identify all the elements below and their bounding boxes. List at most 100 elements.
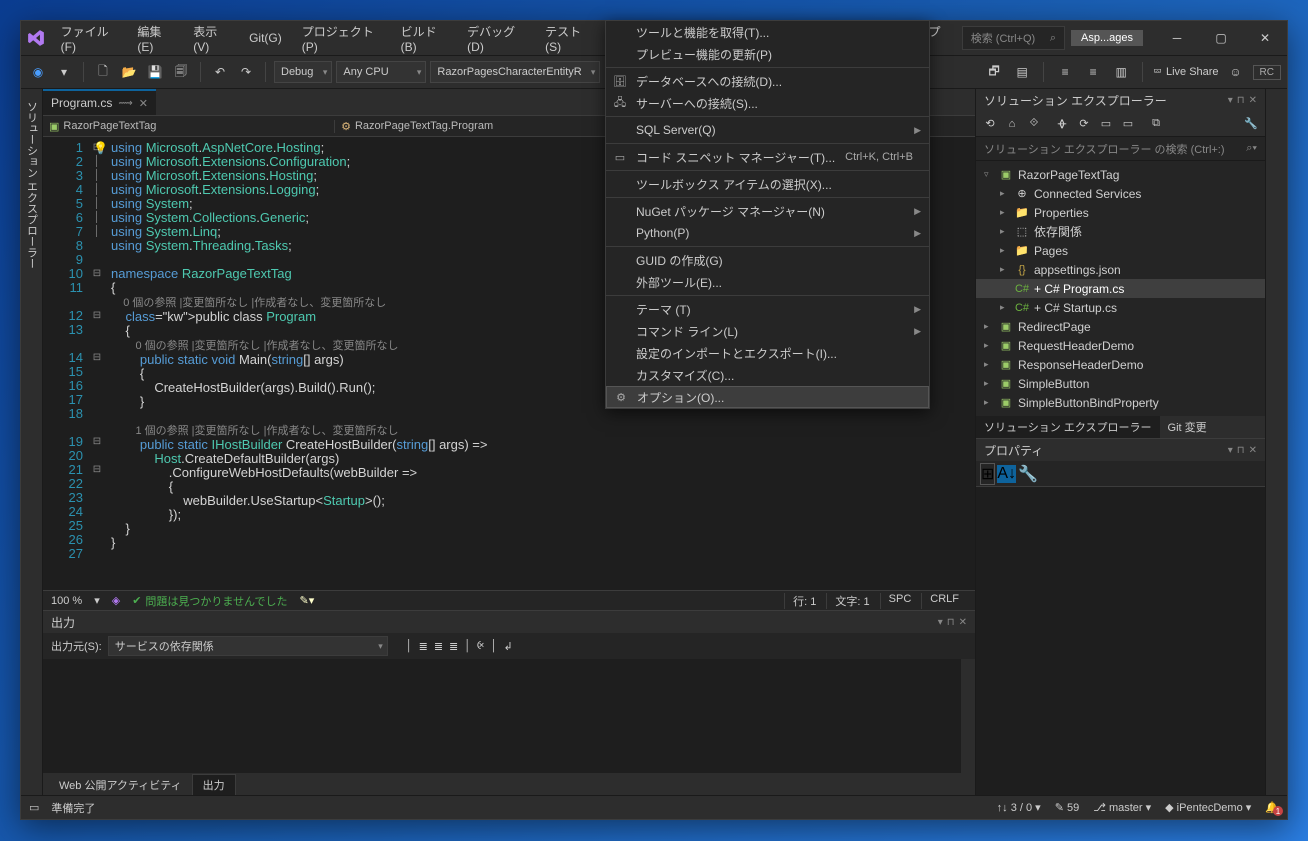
close-icon[interactable]: ✕ xyxy=(1249,445,1257,456)
output-tb-icon[interactable]: ≣ xyxy=(449,640,458,653)
nav-type[interactable]: ⚙RazorPageTextTag.Program xyxy=(335,120,627,133)
tb-icon[interactable]: ⌂ xyxy=(1002,114,1022,134)
git-branch[interactable]: ⎇ master ▾ xyxy=(1093,801,1151,814)
category-icon[interactable]: ⊞ xyxy=(980,463,995,485)
properties-body[interactable] xyxy=(976,487,1265,795)
menu-item[interactable]: NuGet パッケージ マネージャー(N)▶ xyxy=(606,200,929,222)
menu-item[interactable]: GUID の作成(G) xyxy=(606,249,929,271)
tree-row[interactable]: ▸▣SimpleButton xyxy=(976,374,1265,393)
panel-tab[interactable]: Git 変更 xyxy=(1160,416,1215,438)
menu-item[interactable]: 🖧サーバーへの接続(S)... xyxy=(606,92,929,114)
redo-button[interactable]: ↷ xyxy=(235,61,257,83)
tb-icon[interactable]: ⟐ xyxy=(1024,114,1044,134)
close-icon[interactable]: ✕ xyxy=(1249,95,1257,106)
tb-icon[interactable]: ᚖ xyxy=(1052,114,1072,134)
dropdown-icon[interactable]: ▾ xyxy=(938,617,943,628)
brush-icon[interactable]: ✎▾ xyxy=(300,594,315,607)
menu-item[interactable]: ツールと機能を取得(T)... xyxy=(606,21,929,43)
close-icon[interactable]: ✕ xyxy=(959,617,967,628)
toolbox-tab[interactable]: ソリューション エクスプローラー xyxy=(22,93,42,277)
menu-item[interactable]: 外部ツール(E)... xyxy=(606,271,929,293)
tree-row[interactable]: ▿▣RazorPageTextTag xyxy=(976,165,1265,184)
undo-button[interactable]: ↶ xyxy=(209,61,231,83)
feedback-icon[interactable]: ☺ xyxy=(1225,61,1247,83)
output-tab[interactable]: Web 公開アクティビティ xyxy=(49,775,192,795)
menu-item[interactable]: プレビュー機能の更新(P) xyxy=(606,43,929,65)
close-button[interactable]: ✕ xyxy=(1243,21,1287,55)
output-tb-icon[interactable]: ↲ xyxy=(504,640,513,653)
output-tab[interactable]: 出力 xyxy=(192,774,236,795)
git-repo[interactable]: ◆ iPentecDemo ▾ xyxy=(1165,801,1251,814)
tb-icon[interactable]: ⟲ xyxy=(980,114,1000,134)
tb-icon[interactable]: 🗗 xyxy=(983,61,1005,83)
tb-icon[interactable]: ▥ xyxy=(1110,61,1132,83)
menu-item[interactable]: コマンド ライン(L)▶ xyxy=(606,320,929,342)
tb-icon[interactable]: ≡ xyxy=(1054,61,1076,83)
tree-row[interactable]: ▸📁Properties xyxy=(976,203,1265,222)
menu-item[interactable]: Python(P)▶ xyxy=(606,222,929,244)
spc-indicator[interactable]: SPC xyxy=(880,593,920,609)
menu-item[interactable]: テスト(S) xyxy=(535,21,602,55)
tree-row[interactable]: ▸▣ResponseHeaderDemo xyxy=(976,355,1265,374)
minimize-button[interactable]: ─ xyxy=(1155,21,1199,55)
line-indicator[interactable]: 行: 1 xyxy=(784,593,824,609)
tb-icon[interactable]: ≡ xyxy=(1082,61,1104,83)
output-tb-icon[interactable]: ⨴ xyxy=(477,640,485,653)
menu-item[interactable]: ツールボックス アイテムの選択(X)... xyxy=(606,173,929,195)
pin-icon[interactable]: ⊓ xyxy=(947,617,955,628)
menu-item[interactable]: SQL Server(Q)▶ xyxy=(606,119,929,141)
pin-icon[interactable]: ⊓ xyxy=(1237,95,1245,106)
close-icon[interactable]: ✕ xyxy=(139,97,148,110)
config-combo[interactable]: Debug xyxy=(274,61,332,83)
menu-item[interactable]: ⚙オプション(O)... xyxy=(606,386,929,408)
dropdown-icon[interactable]: ▾ xyxy=(1228,445,1233,456)
alpha-icon[interactable]: A↓ xyxy=(997,465,1016,483)
tree-row[interactable]: ▸▣SimpleButtonBindProperty xyxy=(976,393,1265,412)
tools-dropdown-menu[interactable]: ツールと機能を取得(T)...プレビュー機能の更新(P) 🗄データベースへの接続(… xyxy=(605,20,930,409)
solution-search[interactable]: ソリューション エクスプローラー の検索 (Ctrl+:) ⌕▾ xyxy=(976,137,1265,161)
wrench-icon[interactable]: 🔧 xyxy=(1018,464,1038,484)
menu-item[interactable]: テーマ (T)▶ xyxy=(606,298,929,320)
tree-row[interactable]: ▸▣RedirectPage xyxy=(976,317,1265,336)
menu-item[interactable]: Git(G) xyxy=(239,21,292,55)
menu-item[interactable]: ファイル(F) xyxy=(51,21,128,55)
menu-item[interactable]: 設定のインポートとエクスポート(I)... xyxy=(606,342,929,364)
tb-icon[interactable]: 🔧 xyxy=(1241,114,1261,134)
tb-icon[interactable]: ▤ xyxy=(1011,61,1033,83)
open-button[interactable]: 📂 xyxy=(118,61,140,83)
tree-row[interactable]: ▸⬚依存関係 xyxy=(976,222,1265,241)
doctab-program[interactable]: Program.cs ⟿ ✕ xyxy=(43,89,156,115)
zoom-level[interactable]: 100 % xyxy=(51,595,82,607)
tree-row[interactable]: ▸▣RequestHeaderDemo xyxy=(976,336,1265,355)
dropdown-icon[interactable]: ▾ xyxy=(1228,95,1233,106)
menu-item[interactable]: プロジェクト(P) xyxy=(292,21,391,55)
tb-icon[interactable]: ▭ xyxy=(1118,114,1138,134)
menu-item[interactable]: 🗄データベースへの接続(D)... xyxy=(606,70,929,92)
menu-item[interactable]: ビルド(B) xyxy=(391,21,458,55)
tree-row[interactable]: ▸⊕Connected Services xyxy=(976,184,1265,203)
nav-fwd-button[interactable]: ▾ xyxy=(53,61,75,83)
output-icon[interactable]: ▭ xyxy=(29,801,39,814)
nav-back-button[interactable]: ◉ xyxy=(27,61,49,83)
output-tb-icon[interactable]: ≣ xyxy=(419,640,428,653)
menu-item[interactable]: デバッグ(D) xyxy=(457,21,535,55)
tb-icon[interactable]: ⟳ xyxy=(1074,114,1094,134)
menu-item[interactable]: ▭コード スニペット マネージャー(T)...Ctrl+K, Ctrl+B xyxy=(606,146,929,168)
notifications-icon[interactable]: 🔔 xyxy=(1265,801,1279,814)
panel-tab[interactable]: ソリューション エクスプローラー xyxy=(976,416,1160,438)
project-badge[interactable]: Asp...ages xyxy=(1071,30,1143,46)
output-tb-icon[interactable]: ≣ xyxy=(434,640,443,653)
solution-tree[interactable]: ▿▣RazorPageTextTag▸⊕Connected Services▸📁… xyxy=(976,161,1265,416)
search-box[interactable]: 検索 (Ctrl+Q) ⌕ xyxy=(962,26,1065,50)
startup-combo[interactable]: RazorPagesCharacterEntityR xyxy=(430,61,600,83)
save-all-button[interactable]: 🗐 xyxy=(170,61,192,83)
output-body[interactable] xyxy=(43,659,975,773)
platform-combo[interactable]: Any CPU xyxy=(336,61,426,83)
maximize-button[interactable]: ▢ xyxy=(1199,21,1243,55)
col-indicator[interactable]: 文字: 1 xyxy=(826,593,877,609)
new-button[interactable]: 🗋 xyxy=(92,61,114,83)
menu-item[interactable]: カスタマイズ(C)... xyxy=(606,364,929,386)
git-pencil[interactable]: ✎ 59 xyxy=(1055,801,1080,814)
save-button[interactable]: 💾 xyxy=(144,61,166,83)
tree-row[interactable]: ▸C#+ C# Startup.cs xyxy=(976,298,1265,317)
